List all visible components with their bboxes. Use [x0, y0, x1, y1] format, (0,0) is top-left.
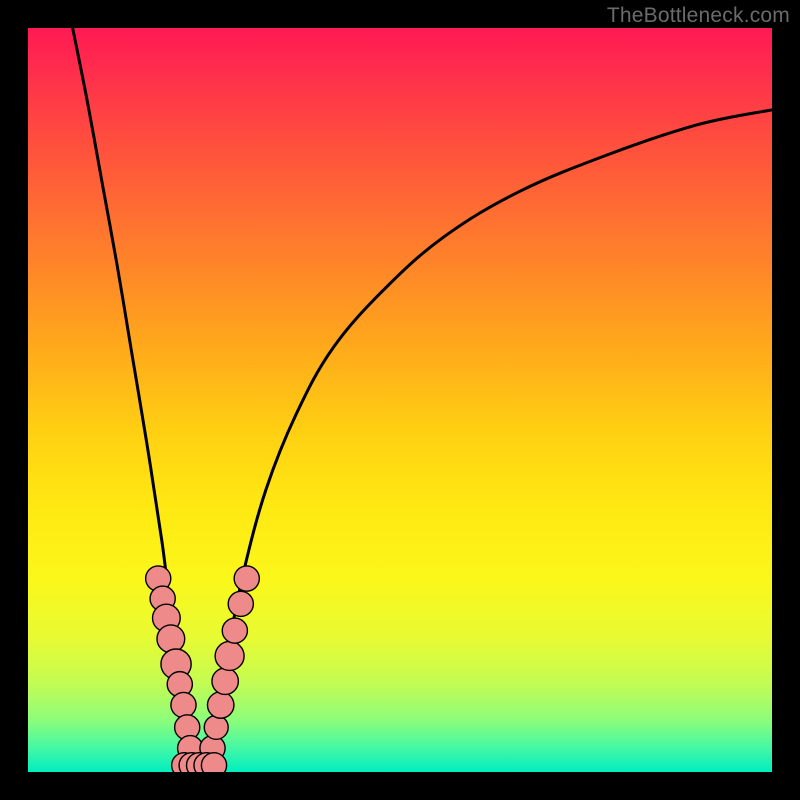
right-cluster-marker — [212, 668, 238, 694]
marker-layer — [146, 566, 260, 772]
right-cluster-marker — [215, 641, 244, 670]
left-cluster-marker — [171, 692, 196, 717]
bottom-cluster-marker — [201, 753, 226, 772]
right-cluster-marker — [234, 566, 259, 591]
right-cluster-marker — [204, 715, 228, 739]
right-cluster-marker — [228, 591, 253, 616]
right-cluster-marker — [222, 618, 247, 643]
chart-frame: TheBottleneck.com — [0, 0, 800, 800]
right-cluster-marker — [207, 692, 233, 718]
watermark-text: TheBottleneck.com — [607, 4, 790, 28]
plot-area — [28, 28, 772, 772]
series-right-curve — [208, 110, 772, 772]
chart-svg — [28, 28, 772, 772]
left-cluster-marker — [157, 625, 185, 653]
